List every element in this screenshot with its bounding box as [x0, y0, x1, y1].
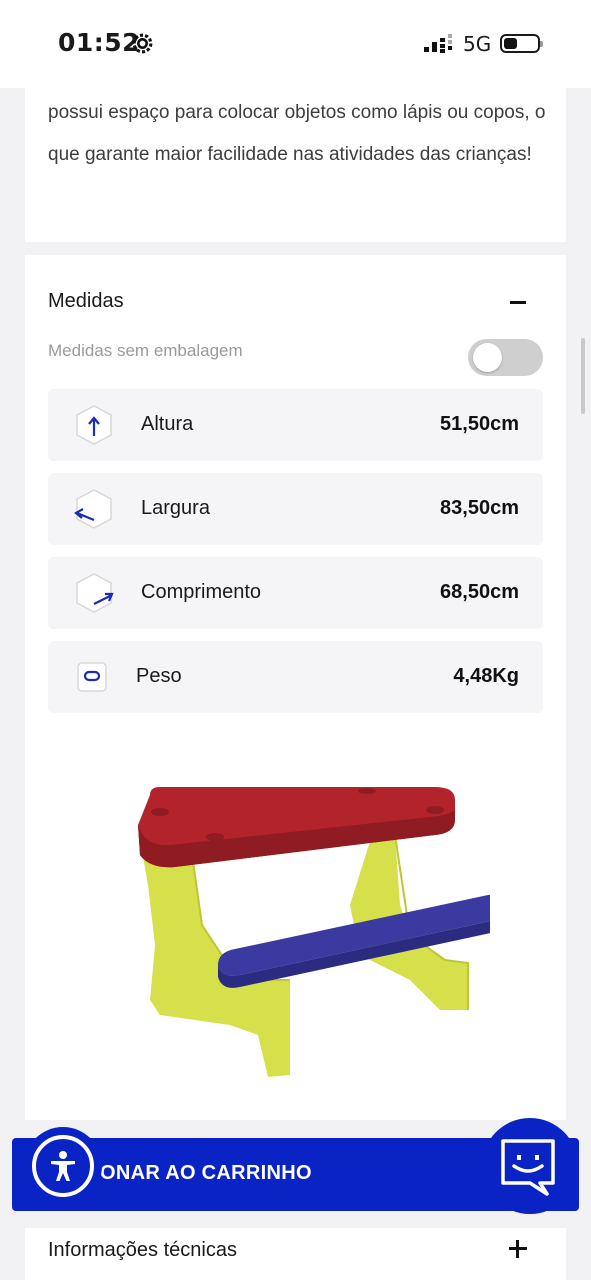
status-bar: 01:52 5G — [0, 0, 591, 88]
measures-title[interactable]: Medidas — [48, 290, 124, 313]
scrollbar[interactable] — [581, 338, 585, 414]
packaging-toggle[interactable] — [468, 339, 543, 376]
measure-label: Largura — [141, 497, 210, 519]
accessibility-button[interactable] — [24, 1127, 102, 1205]
measure-value: 68,50cm — [440, 581, 519, 603]
status-time: 01:52 — [58, 28, 141, 57]
expand-plus-icon[interactable] — [509, 1240, 527, 1258]
product-image — [138, 787, 490, 1077]
measure-value: 83,50cm — [440, 497, 519, 519]
description-card: possui espaço para colocar objetos como … — [25, 88, 566, 242]
accessibility-person-icon — [51, 1151, 75, 1181]
measure-value: 51,50cm — [440, 413, 519, 435]
width-box-icon — [74, 489, 112, 529]
technical-info-card[interactable]: Informações técnicas — [25, 1228, 566, 1280]
measure-row-weight: Peso 4,48Kg — [48, 641, 543, 713]
measure-label: Comprimento — [141, 581, 262, 603]
measure-label: Altura — [141, 413, 194, 435]
chat-button[interactable] — [482, 1118, 578, 1214]
length-box-icon — [76, 573, 114, 613]
network-type: 5G — [463, 32, 492, 56]
measures-card: Medidas Medidas sem embalagem Altura 51,… — [25, 255, 566, 1120]
toggle-knob — [473, 343, 502, 372]
measure-value: 4,48Kg — [453, 665, 519, 687]
settings-gear-icon — [132, 33, 153, 54]
description-text: possui espaço para colocar objetos como … — [48, 102, 546, 165]
measure-label: Peso — [136, 665, 182, 687]
measure-row-width: Largura 83,50cm — [48, 473, 543, 545]
chat-smile-icon — [501, 1139, 555, 1196]
add-to-cart-label: ONAR AO CARRINHO — [100, 1162, 312, 1184]
height-box-icon — [76, 405, 112, 445]
toggle-label: Medidas sem embalagem — [48, 341, 243, 360]
weight-icon — [77, 662, 107, 692]
technical-info-title: Informações técnicas — [48, 1239, 237, 1261]
measure-row-height: Altura 51,50cm — [48, 389, 543, 461]
battery-icon — [500, 34, 543, 53]
measure-row-length: Comprimento 68,50cm — [48, 557, 543, 629]
signal-icon — [424, 34, 452, 53]
collapse-minus-icon[interactable] — [510, 301, 526, 304]
